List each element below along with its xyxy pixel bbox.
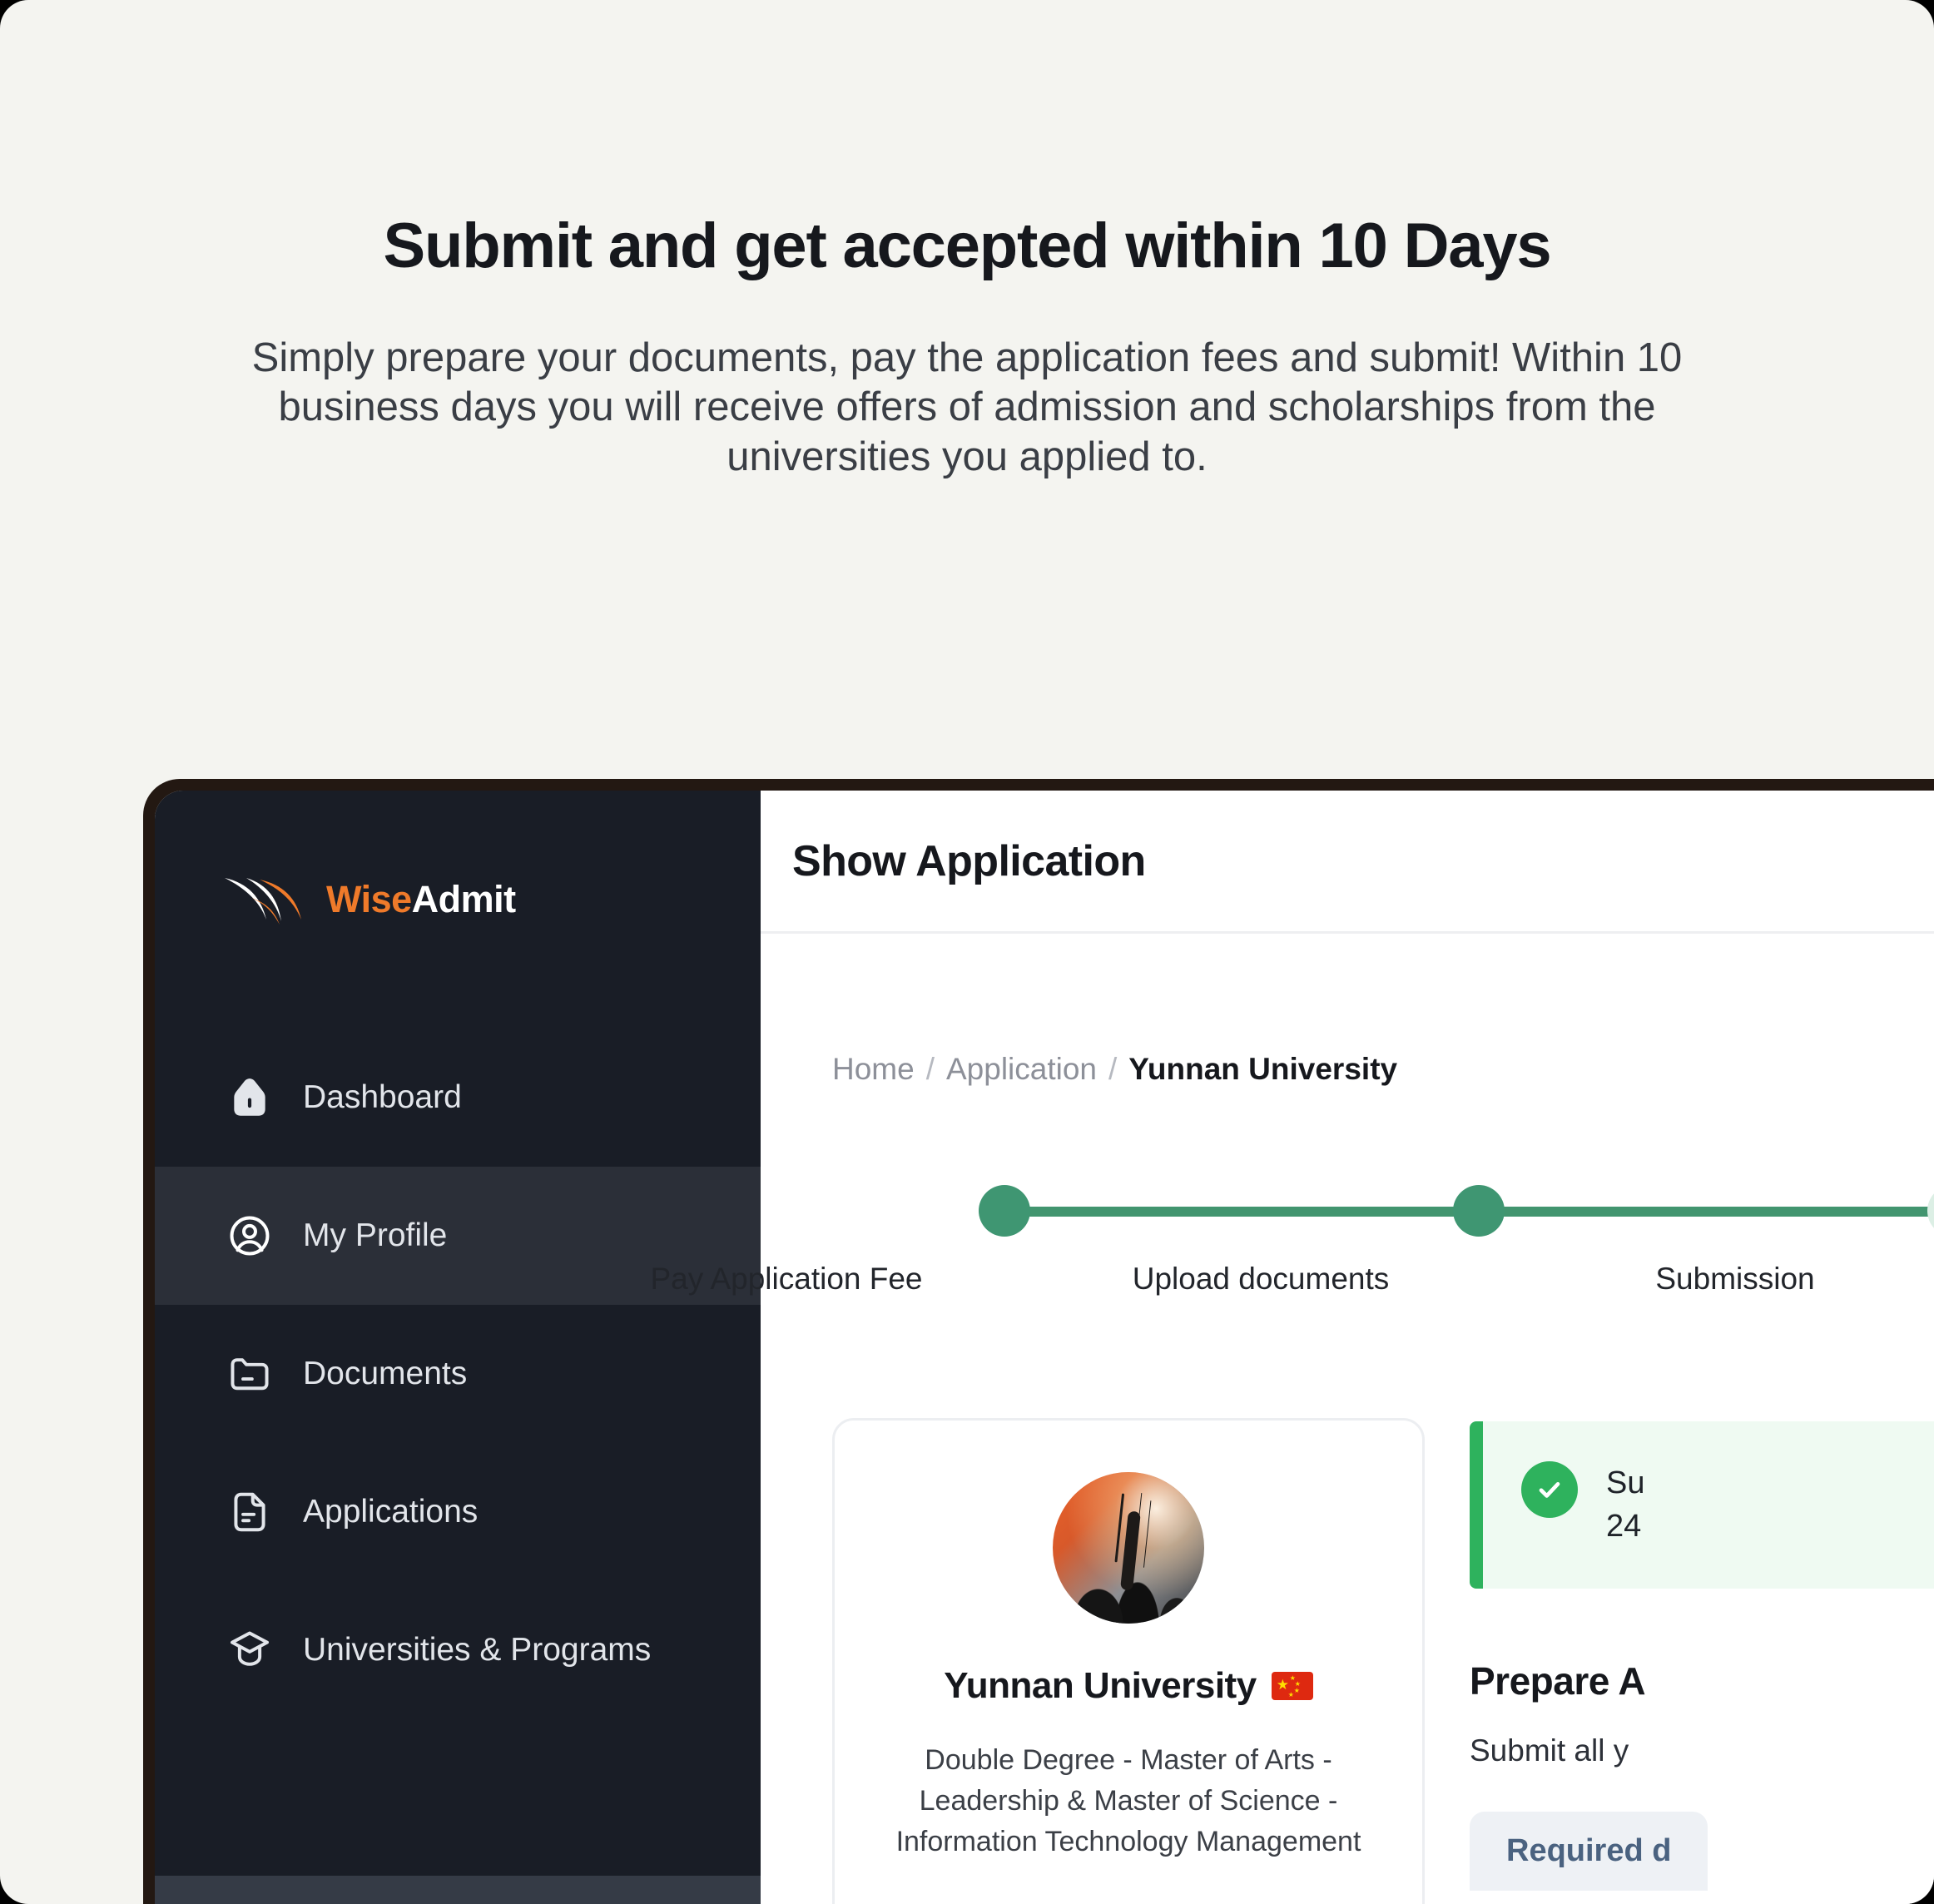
breadcrumb-home[interactable]: Home (832, 1052, 915, 1087)
page-title: Submit and get accepted within 10 Days (383, 211, 1552, 281)
breadcrumb-separator: / (1108, 1052, 1118, 1086)
stepper-label-3: Submission (1655, 1262, 1815, 1296)
document-tabs: Required d (1470, 1811, 1934, 1891)
sidebar-item-label: Dashboard (303, 1079, 462, 1115)
device-frame: WiseAdmit Dashboard My Profile Documents… (143, 779, 1934, 1904)
flag-star: ★ (1293, 1687, 1300, 1694)
brand-name-secondary: Admit (411, 878, 517, 920)
breadcrumb: Home / Application / Yunnan University (761, 934, 1934, 1087)
stepper-label-1: Pay Application Fee (650, 1262, 923, 1296)
breadcrumb-application[interactable]: Application (946, 1052, 1097, 1087)
sidebar-item-universities-programs[interactable]: Universities & Programs (155, 1581, 761, 1719)
brand-name-primary: Wise (326, 878, 412, 920)
prepare-application-subtitle: Submit all y (1470, 1733, 1629, 1768)
sidebar-item-documents[interactable]: Documents (155, 1305, 761, 1443)
show-application-title: Show Application (792, 836, 1146, 885)
tab-required-documents[interactable]: Required d (1470, 1811, 1708, 1891)
stepper-line-1 (1004, 1207, 1478, 1217)
university-avatar (1053, 1472, 1204, 1624)
flag-star: ★ (1276, 1677, 1289, 1693)
home-icon (234, 1078, 265, 1116)
university-card: Yunnan University ★ ★ ★ ★ ★ Double Degre… (832, 1418, 1425, 1904)
university-name-row: Yunnan University ★ ★ ★ ★ ★ (871, 1665, 1386, 1707)
stepper-label-2: Upload documents (1132, 1262, 1390, 1296)
submission-success-alert: Su 24 (1470, 1421, 1934, 1589)
hero-section: Submit and get accepted within 10 Days S… (0, 0, 1934, 483)
wiseadmit-logo-icon (225, 878, 301, 925)
user-circle-icon (230, 1216, 270, 1256)
sidebar-item-dashboard[interactable]: Dashboard (155, 1029, 761, 1167)
document-lines-icon (234, 1492, 265, 1532)
sidebar-item-label: Universities & Programs (303, 1632, 652, 1668)
breadcrumb-separator: / (925, 1052, 935, 1086)
sidebar-item-label: My Profile (303, 1217, 448, 1253)
folder-icon (231, 1358, 269, 1391)
alert-message: Su 24 (1606, 1465, 1645, 1545)
stepper-dot-pay-application-fee[interactable] (979, 1185, 1030, 1237)
content-row: Yunnan University ★ ★ ★ ★ ★ Double Degre… (761, 1343, 1934, 1904)
sidebar-item-partial[interactable] (155, 1876, 761, 1904)
breadcrumb-current: Yunnan University (1128, 1052, 1398, 1086)
china-flag-icon: ★ ★ ★ ★ ★ (1271, 1672, 1313, 1700)
hero-subtitle: Simply prepare your documents, pay the a… (251, 335, 1683, 480)
sidebar-nav: Dashboard My Profile Documents Applicati… (155, 1029, 761, 1719)
app-screen: WiseAdmit Dashboard My Profile Documents… (155, 791, 1934, 1904)
university-name: Yunnan University (944, 1665, 1257, 1706)
right-panel: Su 24 Prepare A Submit all y Required d … (1470, 1418, 1934, 1904)
main-header: Show Application (761, 791, 1934, 934)
stepper-line-2 (1478, 1207, 1934, 1217)
brand-text: WiseAdmit (326, 878, 516, 921)
university-program: Double Degree - Master of Arts - Leaders… (895, 1744, 1361, 1857)
sidebar-item-label: Documents (303, 1356, 468, 1391)
flag-star: ★ (1287, 1691, 1294, 1698)
graduation-cap-icon (231, 1631, 269, 1666)
stepper-dot-upload-documents[interactable] (1453, 1185, 1505, 1237)
page-root: Submit and get accepted within 10 Days S… (0, 0, 1934, 1904)
brand-logo[interactable]: WiseAdmit (155, 791, 761, 949)
main-content: Show Application Home / Application / Yu… (650, 791, 1934, 1904)
stepper-track (979, 1185, 1934, 1237)
sidebar-item-applications[interactable]: Applications (155, 1443, 761, 1581)
sidebar: WiseAdmit Dashboard My Profile Documents… (155, 791, 761, 1904)
check-circle-icon (1521, 1461, 1578, 1518)
application-stepper: Pay Application Fee Upload documents Sub… (650, 1185, 1934, 1343)
sidebar-item-label: Applications (303, 1494, 479, 1530)
prepare-application-title: Prepare A (1470, 1659, 1646, 1703)
stepper-dot-submission[interactable] (1927, 1185, 1934, 1237)
